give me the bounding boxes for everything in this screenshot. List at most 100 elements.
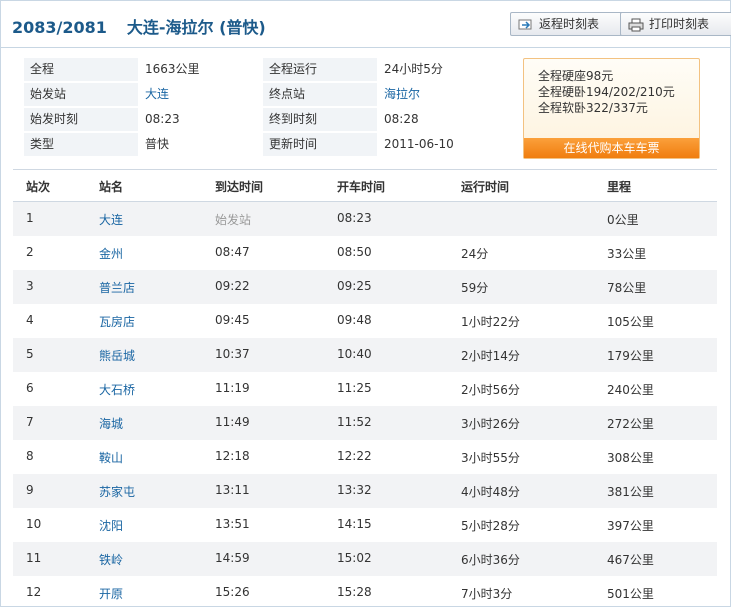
table-row: 2 金州 08:47 08:50 24分 33公里 (13, 236, 717, 270)
arrival-time: 13:51 (215, 517, 250, 531)
info-label: 全程 (24, 58, 138, 81)
header-distance: 里程 (607, 180, 632, 194)
table-row: 9 苏家屯 13:11 13:32 4小时48分 381公里 (13, 474, 717, 508)
table-row: 8 鞍山 12:18 12:22 3小时55分 308公里 (13, 440, 717, 474)
hard-seat-fare: 全程硬座98元 (538, 69, 614, 83)
station-link[interactable]: 熊岳城 (99, 347, 135, 364)
station-link[interactable]: 普兰店 (99, 279, 135, 296)
info-value: 2011-06-10 (384, 137, 454, 151)
departure-time: 08:23 (337, 211, 372, 225)
distance: 105公里 (607, 315, 654, 329)
info-label: 终点站 (263, 83, 377, 106)
distance: 308公里 (607, 451, 654, 465)
fare-box: 全程硬座98元 全程硬卧194/202/210元 全程软卧322/337元 在线… (523, 58, 700, 159)
info-value: 普快 (145, 137, 170, 151)
train-route: 大连-海拉尔 (普快) (126, 18, 266, 37)
running-time: 5小时28分 (461, 519, 520, 533)
arrival-time: 15:26 (215, 585, 250, 599)
table-row: 3 普兰店 09:22 09:25 59分 78公里 (13, 270, 717, 304)
stop-no: 7 (26, 415, 34, 429)
departure-time: 14:15 (337, 517, 372, 531)
departure-time: 11:25 (337, 381, 372, 395)
table-row: 10 沈阳 13:51 14:15 5小时28分 397公里 (13, 508, 717, 542)
arrival-time: 11:49 (215, 415, 250, 429)
train-number: 2083/2081 (12, 18, 107, 37)
running-time: 1小时22分 (461, 315, 520, 329)
departure-time: 08:50 (337, 245, 372, 259)
running-time: 7小时3分 (461, 587, 513, 601)
table-header: 站次 站名 到达时间 开车时间 运行时间 里程 (13, 169, 717, 202)
info-value: 08:23 (145, 112, 180, 126)
return-timetable-label: 返程时刻表 (539, 17, 600, 31)
print-timetable-button[interactable]: 打印时刻表 (620, 12, 731, 36)
distance: 467公里 (607, 553, 654, 567)
info-label: 更新时间 (263, 133, 377, 156)
running-time: 2小时14分 (461, 349, 520, 363)
title-bar: 2083/2081 大连-海拉尔 (普快) 返程时刻表 打印时刻表 (1, 1, 731, 48)
running-time: 3小时55分 (461, 451, 520, 465)
header-duration: 运行时间 (461, 180, 510, 194)
table-body: 1 大连 始发站 08:23 0公里 2 金州 08:47 08:50 24分 33公里 3 普兰店… (13, 202, 717, 610)
stop-no: 1 (26, 211, 34, 225)
departure-time: 15:28 (337, 585, 372, 599)
header-stop-no: 站次 (26, 180, 51, 194)
printer-icon (628, 17, 644, 39)
station-link[interactable]: 海城 (99, 415, 123, 432)
distance: 0公里 (607, 213, 639, 227)
stop-no: 9 (26, 483, 34, 497)
stop-no: 8 (26, 449, 34, 463)
return-timetable-button[interactable]: 返程时刻表 (510, 12, 630, 36)
info-value: 24小时5分 (384, 62, 443, 76)
arrival-time: 始发站 (215, 213, 252, 227)
arrival-time: 08:47 (215, 245, 250, 259)
departure-time: 09:25 (337, 279, 372, 293)
buy-ticket-button[interactable]: 在线代购本车车票 (524, 138, 699, 158)
table-row: 5 熊岳城 10:37 10:40 2小时14分 179公里 (13, 338, 717, 372)
station-link[interactable]: 沈阳 (99, 517, 123, 534)
stop-no: 12 (26, 585, 42, 599)
soft-sleeper-fare: 全程软卧322/337元 (538, 101, 648, 115)
table-row: 6 大石桥 11:19 11:25 2小时56分 240公里 (13, 372, 717, 406)
arrival-time: 11:19 (215, 381, 250, 395)
distance: 381公里 (607, 485, 654, 499)
info-label: 始发站 (24, 83, 138, 106)
header-departure: 开车时间 (337, 180, 386, 194)
table-row: 1 大连 始发站 08:23 0公里 (13, 202, 717, 236)
station-link[interactable]: 大连 (99, 211, 123, 228)
departure-time: 15:02 (337, 551, 372, 565)
print-timetable-label: 打印时刻表 (649, 17, 710, 31)
info-value: 08:28 (384, 112, 419, 126)
distance: 78公里 (607, 281, 647, 295)
table-row: 7 海城 11:49 11:52 3小时26分 272公里 (13, 406, 717, 440)
running-time: 6小时36分 (461, 553, 520, 567)
departure-time: 12:22 (337, 449, 372, 463)
station-link[interactable]: 鞍山 (99, 449, 123, 466)
station-link[interactable]: 开原 (99, 585, 123, 602)
stops-table: 站次 站名 到达时间 开车时间 运行时间 里程 1 大连 始发站 08:23 0公里 2… (13, 169, 717, 610)
distance: 33公里 (607, 247, 647, 261)
departure-time: 13:32 (337, 483, 372, 497)
info-label: 始发时刻 (24, 108, 138, 131)
station-link[interactable]: 金州 (99, 245, 123, 262)
station-link[interactable]: 苏家屯 (99, 483, 135, 500)
header-arrival: 到达时间 (215, 180, 264, 194)
distance: 240公里 (607, 383, 654, 397)
departure-time: 10:40 (337, 347, 372, 361)
stop-no: 6 (26, 381, 34, 395)
info-label: 类型 (24, 133, 138, 156)
arrival-time: 09:22 (215, 279, 250, 293)
terminal-station-link[interactable]: 海拉尔 (378, 83, 506, 106)
running-time: 2小时56分 (461, 383, 520, 397)
arrival-time: 12:18 (215, 449, 250, 463)
info-row: 始发站 大连 终点站 海拉尔 (24, 83, 506, 107)
station-link[interactable]: 大石桥 (99, 381, 135, 398)
station-link[interactable]: 铁岭 (99, 551, 123, 568)
hard-sleeper-fare: 全程硬卧194/202/210元 (538, 85, 675, 99)
header-station: 站名 (99, 180, 124, 194)
stop-no: 4 (26, 313, 34, 327)
origin-station-link[interactable]: 大连 (139, 83, 263, 106)
info-value: 1663公里 (145, 62, 200, 76)
timetable-panel: 2083/2081 大连-海拉尔 (普快) 返程时刻表 打印时刻表 全程 1663… (0, 0, 731, 607)
station-link[interactable]: 瓦房店 (99, 313, 135, 330)
distance: 397公里 (607, 519, 654, 533)
